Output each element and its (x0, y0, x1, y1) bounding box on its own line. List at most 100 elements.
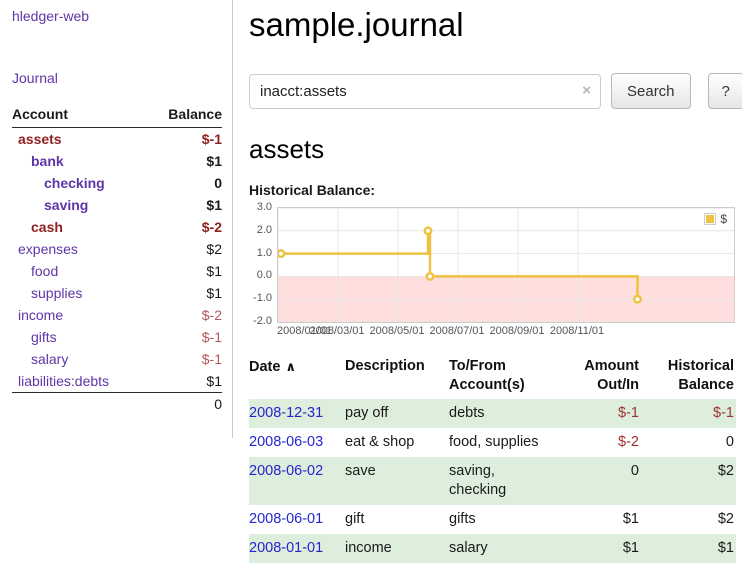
account-cell: income (12, 304, 147, 326)
transaction-description: save (345, 457, 449, 505)
transaction-row: 2008-06-01giftgifts$1$2 (249, 505, 736, 534)
account-link[interactable]: assets (18, 131, 62, 147)
header-label: Amount (584, 358, 639, 374)
register-header-balance: HistoricalBalance (651, 355, 736, 399)
account-link[interactable]: cash (31, 219, 63, 235)
balance-chart: 3.02.01.00.0-1.0-2.0 $ 2008/01/012008/03… (249, 207, 742, 340)
accounts-header-row: Account Balance (12, 104, 222, 128)
register-header-description: Description (345, 355, 449, 399)
transaction-accounts: debts (449, 399, 555, 428)
chart-y-axis: 3.02.01.00.0-1.0-2.0 (249, 207, 277, 323)
header-label: Balance (678, 377, 734, 393)
transaction-amount: 0 (555, 457, 651, 505)
account-balance: $1 (147, 282, 222, 304)
header-label: Out/In (597, 377, 639, 393)
register-header-date[interactable]: Date ∧ (249, 355, 345, 399)
main-content: sample.journal × Search ? assets Histori… (233, 0, 742, 563)
account-link[interactable]: supplies (31, 285, 82, 301)
x-tick-label: 2008/11/01 (550, 325, 604, 337)
account-balance: $2 (147, 238, 222, 260)
account-row: liabilities:debts$1 (12, 370, 222, 393)
account-row: salary$-1 (12, 348, 222, 370)
transaction-accounts: food, supplies (449, 428, 555, 457)
y-tick-label: 3.0 (257, 201, 272, 213)
account-link[interactable]: salary (31, 351, 68, 367)
legend-label: $ (720, 212, 727, 226)
transaction-balance: 0 (651, 428, 736, 457)
register-header-row: Date ∧ DescriptionTo/From Account(s) Amount O… (249, 355, 736, 399)
y-tick-label: -2.0 (253, 315, 272, 327)
transaction-balance: $1 (651, 534, 736, 563)
account-link[interactable]: food (31, 263, 58, 279)
transaction-date-cell: 2008-12-31 (249, 399, 345, 428)
account-row: gifts $-1 (12, 326, 222, 348)
account-cell: supplies (12, 282, 147, 304)
account-link[interactable]: bank (31, 153, 64, 169)
transaction-description: eat & shop (345, 428, 449, 457)
x-tick-label: 2008/05/01 (369, 325, 424, 337)
help-button[interactable]: ? (708, 73, 742, 109)
transaction-row: 2008-12-31pay offdebts$-1$-1 (249, 399, 736, 428)
transaction-amount: $1 (555, 505, 651, 534)
account-link[interactable]: gifts (31, 329, 57, 345)
x-tick-label: 2008/07/01 (429, 325, 484, 337)
search-button[interactable]: Search (611, 73, 691, 109)
account-cell: gifts (12, 326, 147, 348)
account-link[interactable]: saving (44, 197, 88, 213)
x-tick-label: 2008/03/01 (309, 325, 364, 337)
account-row: assets $-1 (12, 128, 222, 151)
account-link[interactable]: liabilities:debts (18, 373, 109, 389)
account-balance: $-1 (147, 128, 222, 151)
account-cell: saving (12, 194, 147, 216)
transaction-date-link[interactable]: 2008-06-03 (249, 434, 323, 450)
header-label: To/From (449, 358, 506, 374)
account-link[interactable]: expenses (18, 241, 78, 257)
register-table: Date ∧ DescriptionTo/From Account(s) Amount O… (249, 355, 736, 563)
chart-legend: $ (702, 211, 731, 227)
account-link[interactable]: checking (44, 175, 105, 191)
accounts-table: Account Balance assets$-1bank$1checking0… (12, 104, 222, 415)
header-label: Date (249, 359, 280, 375)
register-header-amount: Amount Out/In (555, 355, 651, 399)
chart-plot-area: $ (277, 207, 735, 323)
transaction-date-link[interactable]: 2008-06-01 (249, 511, 323, 527)
transaction-date-link[interactable]: 2008-06-02 (249, 463, 323, 479)
transaction-date-link[interactable]: 2008-01-01 (249, 540, 323, 556)
search-bar: × Search ? (249, 73, 742, 109)
account-cell: checking (12, 172, 147, 194)
y-tick-label: 0.0 (257, 269, 272, 281)
transaction-description: pay off (345, 399, 449, 428)
transaction-balance: $2 (651, 505, 736, 534)
account-cell: expenses (12, 238, 147, 260)
account-row: income $-2 (12, 304, 222, 326)
account-heading: assets (249, 134, 742, 165)
search-input[interactable] (249, 74, 601, 109)
account-row: checking0 (12, 172, 222, 194)
account-row: bank$1 (12, 150, 222, 172)
transaction-amount: $-2 (555, 428, 651, 457)
clear-search-icon[interactable]: × (582, 83, 591, 98)
y-tick-label: -1.0 (253, 292, 272, 304)
transaction-date-cell: 2008-06-01 (249, 505, 345, 534)
transaction-balance: $-1 (651, 399, 736, 428)
account-balance: $-2 (147, 304, 222, 326)
account-row: supplies $1 (12, 282, 222, 304)
account-link[interactable]: income (18, 307, 63, 323)
journal-link[interactable]: Journal (12, 70, 222, 86)
account-cell: food (12, 260, 147, 282)
account-cell: cash (12, 216, 147, 238)
transaction-amount: $1 (555, 534, 651, 563)
account-balance: $-1 (147, 326, 222, 348)
app-title-link[interactable]: hledger-web (12, 8, 222, 24)
transaction-accounts: saving, checking (449, 457, 555, 505)
app: hledger-web Journal Account Balance asse… (0, 0, 742, 563)
transaction-date-link[interactable]: 2008-12-31 (249, 405, 323, 421)
header-label: Account(s) (449, 377, 525, 393)
transaction-balance: $2 (651, 457, 736, 505)
transaction-row: 2008-06-03 eat & shopfood, supplies$-20 (249, 428, 736, 457)
sort-asc-icon: ∧ (285, 359, 296, 374)
transaction-amount: $-1 (555, 399, 651, 428)
chart-canvas (278, 208, 734, 322)
transaction-date-cell: 2008-06-03 (249, 428, 345, 457)
y-tick-label: 2.0 (257, 224, 272, 236)
